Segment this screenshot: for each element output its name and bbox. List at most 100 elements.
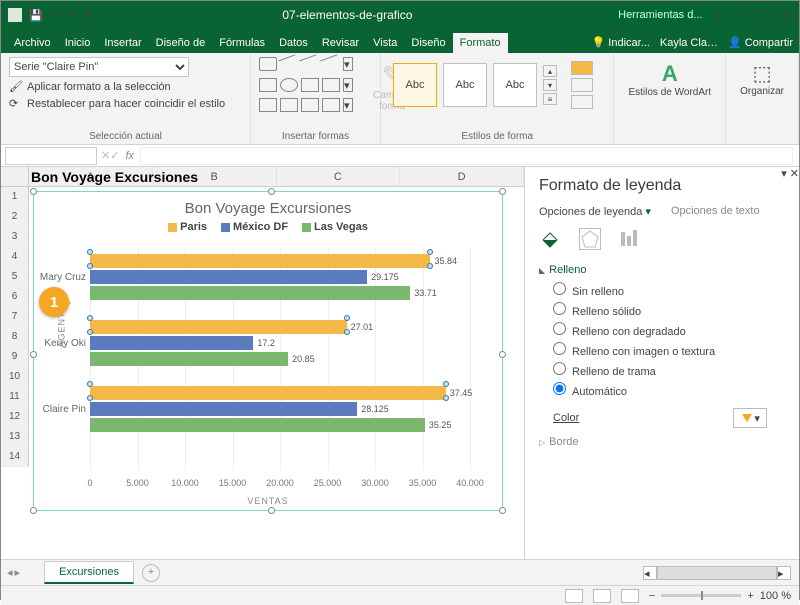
tab-diseno-pagina[interactable]: Diseño de	[149, 33, 213, 53]
bar-Paris[interactable]	[90, 254, 430, 268]
row-header[interactable]: 7	[1, 307, 29, 327]
share-button[interactable]: 👤 Compartir	[728, 36, 793, 49]
bar-Las Vegas[interactable]	[90, 352, 288, 366]
x-axis-label[interactable]: VENTAS	[247, 496, 288, 506]
tab-inicio[interactable]: Inicio	[58, 33, 98, 53]
tell-me[interactable]: 💡 Indicar...	[592, 36, 650, 49]
fill-option[interactable]: Relleno sólido	[553, 302, 767, 318]
arrange-button[interactable]: ⬚ Organizar	[734, 57, 790, 101]
embedded-chart[interactable]: Bon Voyage Excursiones Paris México DF L…	[33, 191, 503, 511]
maximize-icon[interactable]: ☐	[760, 9, 770, 22]
plot-area[interactable]: 05.00010.00015.00020.00025.00030.00035.0…	[90, 248, 482, 470]
fill-option[interactable]: Relleno con degradado	[553, 322, 767, 338]
bar-Las Vegas[interactable]	[90, 418, 425, 432]
minimize-icon[interactable]: —	[735, 9, 746, 22]
close-icon[interactable]: ✕	[784, 9, 793, 22]
row-header[interactable]: 6	[1, 287, 29, 307]
row-header[interactable]: 12	[1, 407, 29, 427]
view-layout-icon[interactable]	[593, 589, 611, 603]
fx-accept-icon[interactable]: ✓	[110, 149, 119, 162]
shape-style-2[interactable]: Abc	[443, 63, 487, 107]
fill-line-icon[interactable]	[539, 228, 561, 250]
shape-gallery[interactable]: ▾ ▾ ▾	[259, 57, 361, 116]
formula-input[interactable]	[140, 147, 793, 165]
row-header[interactable]: 14	[1, 447, 29, 467]
shape-style-3[interactable]: Abc	[493, 63, 537, 107]
row-header[interactable]: 13	[1, 427, 29, 447]
row-header[interactable]: 9	[1, 347, 29, 367]
section-header-border[interactable]: Borde	[539, 436, 767, 448]
chart-element-select[interactable]: Serie "Claire Pin"	[9, 57, 189, 77]
wordart-styles-button[interactable]: A Estilos de WordArt	[622, 57, 717, 102]
account-user[interactable]: Kayla Cla…	[660, 37, 718, 49]
status-bar: − + 100 %	[1, 585, 799, 605]
pane-tab-text-options[interactable]: Opciones de texto	[671, 205, 760, 218]
row-header[interactable]: 5	[1, 267, 29, 287]
color-picker[interactable]: ▾	[733, 408, 767, 428]
gallery-scroll[interactable]: ▴▾≡	[543, 65, 557, 105]
row-header[interactable]: 11	[1, 387, 29, 407]
view-normal-icon[interactable]	[565, 589, 583, 603]
chart-title[interactable]: Bon Voyage Excursiones	[34, 200, 502, 217]
tab-archivo[interactable]: Archivo	[7, 33, 58, 53]
worksheet-grid[interactable]: A B C D 1234567891011121314 Bon Voyage E…	[1, 167, 525, 559]
fill-option[interactable]: Relleno de trama	[553, 362, 767, 378]
fill-option[interactable]: Sin relleno	[553, 282, 767, 298]
tab-nav-prev-icon[interactable]: ◂	[7, 566, 13, 579]
hscrollbar[interactable]: ◂▸	[643, 566, 791, 580]
reset-style-button[interactable]: ⟳Restablecer para hacer coincidir el est…	[9, 97, 242, 111]
bar-Paris[interactable]	[90, 320, 347, 334]
section-header-fill[interactable]: Relleno	[539, 264, 767, 276]
fx-icon[interactable]: fx	[125, 150, 134, 162]
sheet-tab-active[interactable]: Excursiones	[44, 561, 134, 584]
name-box[interactable]	[5, 147, 97, 165]
shape-fill-outline-effects[interactable]	[571, 61, 593, 109]
section-borde: Borde	[539, 436, 767, 448]
tab-formulas[interactable]: Fórmulas	[212, 33, 272, 53]
redo-icon[interactable]: ↷	[68, 9, 77, 22]
pane-tab-legend-options[interactable]: Opciones de leyenda ▾	[539, 205, 651, 218]
row-header[interactable]: 1	[1, 187, 29, 207]
bar-Las Vegas[interactable]	[90, 286, 410, 300]
zoom-slider[interactable]	[661, 594, 741, 597]
new-sheet-button[interactable]: +	[142, 564, 160, 582]
group-label: Selección actual	[9, 131, 242, 142]
col-header[interactable]: D	[400, 167, 524, 186]
legend-props-icon[interactable]	[619, 228, 641, 250]
bar-México DF[interactable]	[90, 402, 357, 416]
tab-vista[interactable]: Vista	[366, 33, 404, 53]
save-icon[interactable]: 💾	[29, 9, 43, 22]
row-header[interactable]: 2	[1, 207, 29, 227]
tab-nav-next-icon[interactable]: ▸	[15, 566, 21, 579]
tab-chart-formato[interactable]: Formato	[453, 33, 508, 53]
chart-legend[interactable]: Paris México DF Las Vegas	[34, 221, 502, 233]
format-legend-pane: Formato de leyenda Opciones de leyenda ▾…	[525, 167, 781, 559]
row-header[interactable]: 10	[1, 367, 29, 387]
tab-chart-diseno[interactable]: Diseño	[404, 33, 452, 53]
effects-icon[interactable]	[579, 228, 601, 250]
row-header[interactable]: 4	[1, 247, 29, 267]
group-label: Insertar formas	[259, 131, 372, 142]
view-pagebreak-icon[interactable]	[621, 589, 639, 603]
col-header[interactable]: C	[277, 167, 401, 186]
tab-revisar[interactable]: Revisar	[315, 33, 366, 53]
row-header[interactable]: 3	[1, 227, 29, 247]
pane-dropdown-icon[interactable]: ▾	[781, 168, 787, 180]
format-selection-button[interactable]: 🖌Aplicar formato a la selección	[9, 80, 242, 94]
app-icon	[7, 7, 23, 23]
pane-close-icon[interactable]: ✕	[790, 168, 799, 180]
bar-Paris[interactable]	[90, 386, 446, 400]
fx-cancel-icon[interactable]: ✕	[101, 149, 110, 162]
bar-México DF[interactable]	[90, 336, 253, 350]
quick-access: 💾 ↶ ↷ ▾	[29, 9, 91, 22]
fill-option[interactable]: Automático	[553, 382, 767, 398]
undo-icon[interactable]: ↶	[51, 9, 60, 22]
bar-México DF[interactable]	[90, 270, 367, 284]
row-header[interactable]: 8	[1, 327, 29, 347]
tab-insertar[interactable]: Insertar	[97, 33, 148, 53]
ribbon-opts-icon[interactable]: ▭	[711, 9, 721, 22]
select-all-corner[interactable]	[1, 167, 29, 186]
tab-datos[interactable]: Datos	[272, 33, 315, 53]
fill-option[interactable]: Relleno con imagen o textura	[553, 342, 767, 358]
shape-style-1[interactable]: Abc	[393, 63, 437, 107]
